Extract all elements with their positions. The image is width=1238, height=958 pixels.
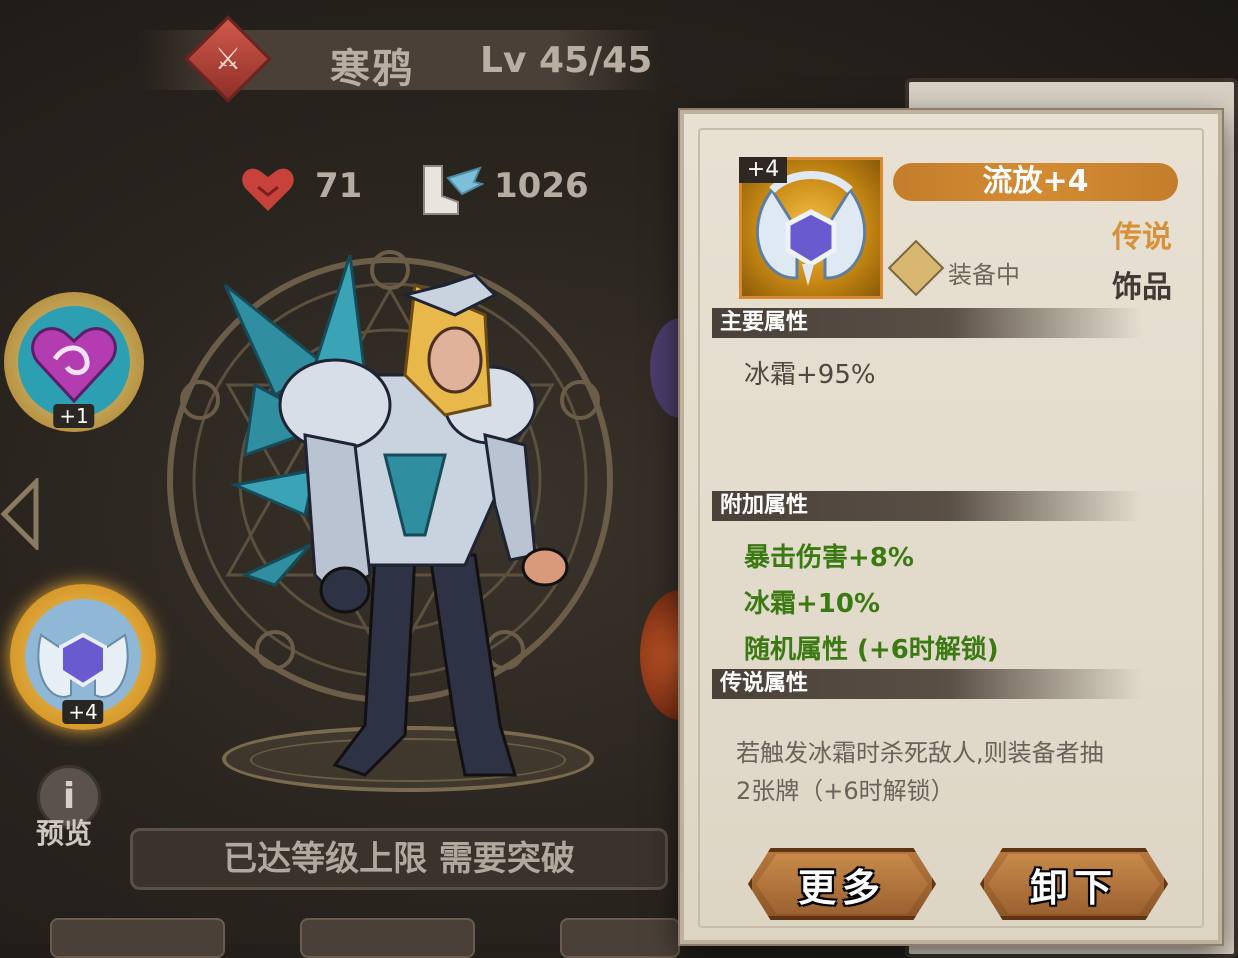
extra-attr: 冰霜+10% <box>744 589 881 619</box>
bottom-tab-3[interactable] <box>560 918 680 958</box>
unequip-button-label: 卸下 <box>1029 865 1118 910</box>
chevron-left-icon[interactable] <box>0 478 40 550</box>
section-main-attributes: 主要属性 <box>712 308 1142 338</box>
item-type: 饰品 <box>1112 270 1172 305</box>
equipment-slot-orb[interactable]: +1 <box>4 292 144 432</box>
hero-portrait <box>223 255 569 777</box>
legend-text-line: 若触发冰霜时杀死敌人,则装备者抽 <box>736 739 1104 767</box>
hero-level: Lv 45/45 <box>480 40 653 81</box>
preview-label[interactable]: 预览 <box>36 812 92 852</box>
legend-attr-description: 若触发冰霜时杀死敌人,则装备者抽 2张牌（+6时解锁） <box>736 734 1156 810</box>
item-rarity: 传说 <box>1112 220 1172 255</box>
extra-attr: 随机属性 (+6时解锁) <box>744 635 999 665</box>
bottom-tab-1[interactable] <box>50 918 225 958</box>
winged-boot-icon <box>423 165 484 215</box>
hero-name: 寒鸦 <box>330 46 414 92</box>
section-extra-attributes: 附加属性 <box>712 491 1142 521</box>
item-plus-badge: +4 <box>739 157 787 183</box>
section-legend-attributes: 传说属性 <box>712 669 1142 699</box>
sword-icon: ⚔ <box>214 41 242 77</box>
slot-level-badge: +4 <box>62 700 104 724</box>
equipped-label: 装备中 <box>948 261 1020 289</box>
main-attr: 冰霜+95% <box>744 360 876 390</box>
more-button-label: 更多 <box>797 865 886 910</box>
legend-text-line: 2张牌（+6时解锁） <box>736 777 955 805</box>
hp-value: 71 <box>315 166 363 206</box>
slot-level-badge: +1 <box>53 404 95 428</box>
equipment-slot-accessory[interactable]: +4 <box>10 584 156 730</box>
level-cap-message[interactable]: 已达等级上限 需要突破 <box>130 828 668 890</box>
item-name: 流放+4 <box>893 163 1178 201</box>
unequip-button[interactable]: 卸下 <box>980 848 1168 920</box>
speed-value: 1026 <box>494 166 589 206</box>
more-button[interactable]: 更多 <box>748 848 936 920</box>
bottom-tab-2[interactable] <box>300 918 475 958</box>
heart-icon <box>242 168 294 211</box>
extra-attr: 暴击伤害+8% <box>744 543 914 573</box>
